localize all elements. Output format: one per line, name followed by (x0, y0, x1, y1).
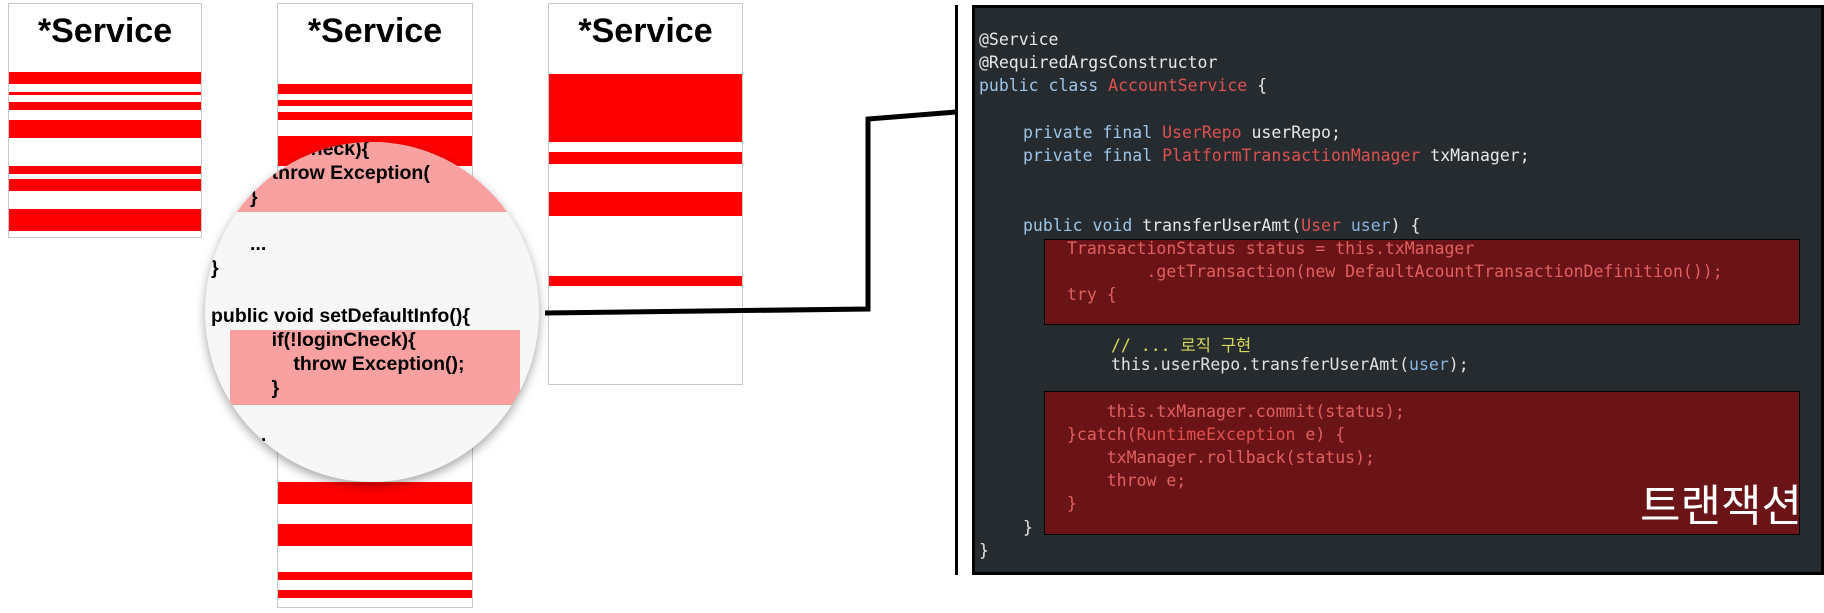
annotation: @RequiredArgsConstructor (979, 53, 1218, 72)
code-line: } (1023, 518, 1033, 537)
code-line: public void transferUserAmt(User user) { (1023, 216, 1420, 235)
code-line: public class AccountService { (979, 76, 1267, 95)
keyword: public void (1023, 216, 1143, 235)
class-name: User (1301, 216, 1341, 235)
transaction-badge: 트랜잭션 (1640, 481, 1802, 532)
keyword: private final (1023, 123, 1163, 142)
code-line: this.userRepo.transferUserAmt(user); (1111, 355, 1469, 374)
code-panel: @Service @RequiredArgsConstructor public… (972, 5, 1824, 575)
method-name: transferUserAmt( (1142, 216, 1302, 235)
annotation: @Service (979, 30, 1059, 49)
code-line: }catch(RuntimeException e) { (1067, 425, 1345, 444)
code-line: txManager.rollback(status); (1067, 448, 1375, 467)
code-line: TransactionStatus status = this.txManage… (1067, 239, 1475, 258)
code-text: { (1247, 76, 1268, 95)
code-line: } (1067, 494, 1077, 513)
code-text: ); (1448, 355, 1469, 374)
code-line: private final UserRepo userRepo; (1023, 123, 1341, 142)
code-line: } (979, 541, 989, 560)
class-name: PlatformTransactionManager (1162, 146, 1421, 165)
code-text: this.userRepo.transferUserAmt( (1111, 355, 1410, 374)
class-name: RuntimeException (1136, 425, 1296, 444)
code-text: txManager; (1420, 146, 1530, 165)
code-line: try { (1067, 285, 1117, 304)
code-text: ) { (1390, 216, 1421, 235)
keyword: public class (979, 76, 1109, 95)
class-name: UserRepo (1162, 123, 1242, 142)
code-line: @RequiredArgsConstructor (979, 53, 1217, 72)
code-panel-separator (955, 5, 958, 575)
code-text: e) { (1295, 425, 1346, 444)
code-line: @Service (979, 30, 1058, 49)
code-line: throw e; (1067, 471, 1187, 490)
code-text: }catch( (1067, 425, 1137, 444)
code-line: this.txManager.commit(status); (1067, 402, 1405, 421)
class-name: AccountService (1108, 76, 1248, 95)
keyword: private final (1023, 146, 1163, 165)
code-comment: // ... 로직 구현 (1111, 336, 1252, 355)
param-name: user (1409, 355, 1449, 374)
code-line: private final PlatformTransactionManager… (1023, 146, 1530, 165)
code-line: .getTransaction(new DefaultAcountTransac… (1067, 262, 1723, 281)
param-name: user (1340, 216, 1391, 235)
code-text: userRepo; (1241, 123, 1341, 142)
